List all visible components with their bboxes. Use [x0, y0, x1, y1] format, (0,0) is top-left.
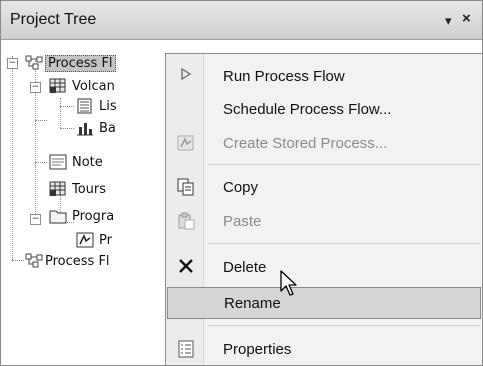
tree-node-process-flow[interactable]: Process Fl — [45, 55, 116, 72]
panel-title: Project Tree — [10, 11, 97, 28]
menu-item-create-stored-process[interactable]: Create Stored Process... — [167, 128, 481, 160]
collapse-toggle[interactable]: − — [30, 214, 41, 225]
note-icon — [49, 154, 67, 170]
menu-item-copy[interactable]: Copy — [167, 172, 481, 204]
menu-item-paste[interactable]: Paste — [167, 206, 481, 238]
menu-item-label: Rename — [224, 295, 281, 312]
copy-icon — [177, 178, 195, 196]
tree-connector — [12, 56, 13, 260]
run-triangle-icon — [177, 67, 195, 85]
menu-item-schedule-process-flow[interactable]: Schedule Process Flow... — [167, 94, 481, 126]
menu-item-delete[interactable]: Delete — [167, 252, 481, 284]
paste-icon — [177, 212, 195, 230]
stored-process-icon — [177, 134, 195, 152]
panel-menu-dropdown-icon[interactable]: ▾ — [445, 13, 452, 29]
tree-connector — [60, 106, 74, 107]
menu-item-label: Copy — [223, 179, 259, 196]
process-flow-icon — [25, 55, 43, 70]
properties-icon — [177, 340, 195, 358]
mouse-pointer-icon — [280, 270, 297, 296]
panel-close-icon[interactable]: × — [462, 10, 471, 27]
data-table-icon — [49, 78, 66, 93]
menu-item-rename[interactable]: Rename — [167, 287, 481, 319]
program-icon — [76, 232, 94, 248]
menu-item-label: Run Process Flow — [223, 68, 345, 85]
tree-node-bar[interactable]: Ba — [99, 121, 116, 136]
tree-connector — [35, 162, 47, 163]
delete-x-icon — [177, 258, 195, 276]
menu-item-label: Properties — [223, 341, 292, 358]
menu-item-label: Paste — [223, 213, 262, 230]
tree-node-program[interactable]: Pr — [99, 233, 112, 248]
tree-node-note[interactable]: Note — [72, 155, 103, 170]
tree-node-process-flow-2[interactable]: Process Fl — [45, 254, 110, 269]
menu-item-run-process-flow[interactable]: Run Process Flow — [167, 61, 481, 93]
process-flow-icon — [25, 253, 43, 268]
tree-node-volcan[interactable]: Volcan — [72, 79, 115, 94]
tree-connector — [60, 98, 61, 128]
menu-separator — [208, 325, 480, 326]
menu-separator — [208, 164, 480, 165]
panel-titlebar: Project Tree ▾ × — [1, 1, 482, 40]
menu-item-label: Delete — [223, 259, 267, 276]
context-menu: Run Process Flow Schedule Process Flow..… — [165, 53, 483, 366]
tree-connector — [12, 260, 24, 261]
list-report-icon — [77, 98, 92, 114]
tree-node-list[interactable]: Lis — [99, 99, 117, 114]
collapse-toggle[interactable]: − — [7, 58, 18, 69]
collapse-toggle[interactable]: − — [30, 82, 41, 93]
tree-connector — [35, 120, 47, 121]
bar-chart-icon — [77, 123, 93, 136]
tree-node-programs[interactable]: Progra — [72, 209, 114, 224]
menu-separator — [208, 243, 480, 244]
menu-item-label: Schedule Process Flow... — [223, 101, 392, 118]
data-table-icon — [49, 181, 66, 196]
folder-icon — [49, 210, 67, 224]
tree-node-tours[interactable]: Tours — [72, 182, 106, 197]
menu-item-label: Create Stored Process... — [223, 135, 388, 152]
menu-item-properties[interactable]: Properties — [167, 334, 481, 366]
tree-connector — [60, 128, 74, 129]
